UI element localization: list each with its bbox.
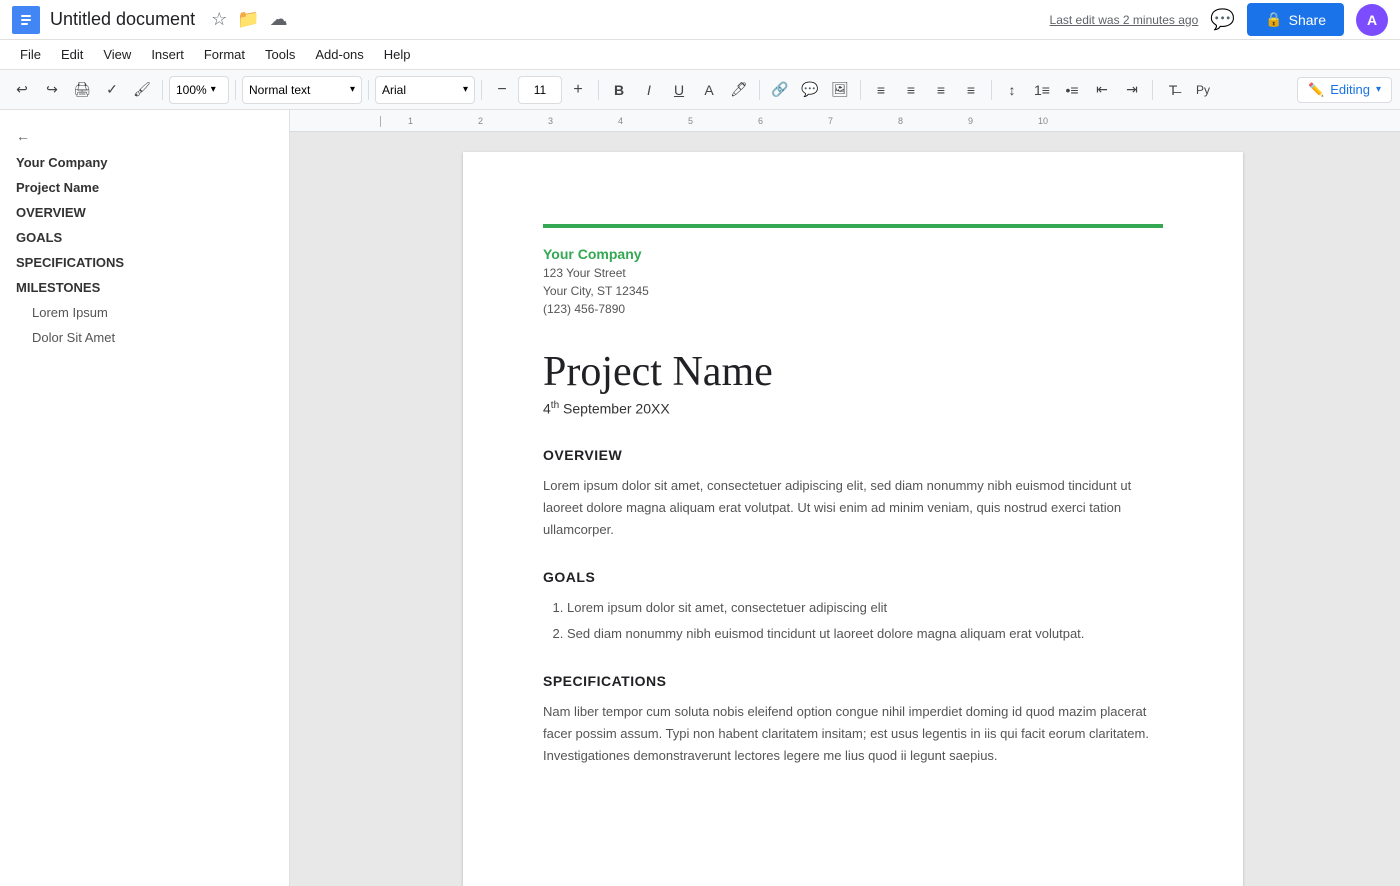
title-bar-icons: ☆ 📁 ☁	[211, 9, 288, 30]
font-size-input[interactable]: 11	[518, 76, 562, 104]
lock-icon: 🔒	[1265, 11, 1282, 28]
avatar[interactable]: A	[1356, 4, 1388, 36]
menu-tools[interactable]: Tools	[257, 44, 303, 65]
section-specifications-body: Nam liber tempor cum soluta nobis eleife…	[543, 701, 1163, 767]
last-edit-label: Last edit was 2 minutes ago	[1050, 13, 1199, 27]
document-title[interactable]: Untitled document	[50, 9, 195, 30]
align-right-button[interactable]: ≡	[927, 76, 955, 104]
company-address-3: (123) 456-7890	[543, 300, 1163, 318]
python-macros-button[interactable]: Py	[1189, 76, 1217, 104]
underline-button[interactable]: U	[665, 76, 693, 104]
list-item: Lorem ipsum dolor sit amet, consectetuer…	[567, 597, 1163, 619]
title-bar: Untitled document ☆ 📁 ☁ Last edit was 2 …	[0, 0, 1400, 40]
align-center-button[interactable]: ≡	[897, 76, 925, 104]
menu-bar: File Edit View Insert Format Tools Add-o…	[0, 40, 1400, 70]
chat-icon[interactable]: 💬	[1210, 7, 1235, 32]
section-overview-heading: OVERVIEW	[543, 447, 1163, 463]
menu-edit[interactable]: Edit	[53, 44, 91, 65]
menu-help[interactable]: Help	[376, 44, 419, 65]
paragraph-style-select[interactable]: Normal text ▾	[242, 76, 362, 104]
section-specifications-heading: SPECIFICATIONS	[543, 673, 1163, 689]
ordered-list-button[interactable]: 1≡	[1028, 76, 1056, 104]
spellcheck-button[interactable]: ✓	[98, 76, 126, 104]
editing-mode-button[interactable]: ✏️ Editing ▾	[1297, 77, 1392, 103]
align-justify-button[interactable]: ≡	[957, 76, 985, 104]
title-bar-right: Last edit was 2 minutes ago 💬 🔒 Share A	[1050, 3, 1388, 36]
chevron-down-icon: ▾	[211, 84, 216, 95]
goals-list: Lorem ipsum dolor sit amet, consectetuer…	[567, 597, 1163, 645]
unordered-list-button[interactable]: •≡	[1058, 76, 1086, 104]
ruler: │ 1 2 3 4 5 6 7 8 9 10	[290, 110, 1400, 132]
insert-comment-button[interactable]: 💬	[796, 76, 824, 104]
separator-3	[368, 80, 369, 100]
page-container: Your Company 123 Your Street Your City, …	[290, 132, 1400, 886]
sidebar-item-milestones[interactable]: MILESTONES	[0, 275, 289, 300]
folder-icon[interactable]: 📁	[237, 9, 259, 30]
align-left-button[interactable]: ≡	[867, 76, 895, 104]
sidebar-item-specifications[interactable]: SPECIFICATIONS	[0, 250, 289, 275]
header-green-line	[543, 224, 1163, 228]
project-date: 4th September 20XX	[543, 400, 1163, 417]
cloud-icon[interactable]: ☁	[270, 9, 288, 30]
bold-button[interactable]: B	[605, 76, 633, 104]
pencil-icon: ✏️	[1308, 82, 1324, 98]
main-layout: ← Your Company Project Name OVERVIEW GOA…	[0, 110, 1400, 886]
company-name: Your Company	[543, 246, 1163, 262]
star-icon[interactable]: ☆	[211, 9, 227, 30]
section-goals-heading: GOALS	[543, 569, 1163, 585]
sidebar-item-company[interactable]: Your Company	[0, 150, 289, 175]
font-color-button[interactable]: A	[695, 76, 723, 104]
indent-decrease-button[interactable]: ⇤	[1088, 76, 1116, 104]
menu-insert[interactable]: Insert	[143, 44, 192, 65]
indent-increase-button[interactable]: ⇥	[1118, 76, 1146, 104]
section-overview-body: Lorem ipsum dolor sit amet, consectetuer…	[543, 475, 1163, 541]
sidebar-item-overview[interactable]: OVERVIEW	[0, 200, 289, 225]
print-button[interactable]: 🖨	[68, 76, 96, 104]
zoom-select[interactable]: 100% ▾	[169, 76, 229, 104]
sidebar-item-goals[interactable]: GOALS	[0, 225, 289, 250]
document-content-area[interactable]: │ 1 2 3 4 5 6 7 8 9 10 Your Company 123 …	[290, 110, 1400, 886]
redo-button[interactable]: ↪	[38, 76, 66, 104]
chevron-down-icon: ▾	[350, 84, 355, 95]
menu-addons[interactable]: Add-ons	[307, 44, 371, 65]
sidebar-back-button[interactable]: ←	[0, 122, 289, 150]
undo-button[interactable]: ↩	[8, 76, 36, 104]
company-address-2: Your City, ST 12345	[543, 282, 1163, 300]
italic-button[interactable]: I	[635, 76, 663, 104]
docs-logo-icon	[12, 6, 40, 34]
sidebar-item-dolor[interactable]: Dolor Sit Amet	[0, 325, 289, 350]
sidebar: ← Your Company Project Name OVERVIEW GOA…	[0, 110, 290, 886]
separator-1	[162, 80, 163, 100]
separator-9	[1152, 80, 1153, 100]
sidebar-item-lorem[interactable]: Lorem Ipsum	[0, 300, 289, 325]
chevron-down-icon: ▾	[463, 84, 468, 95]
menu-format[interactable]: Format	[196, 44, 253, 65]
separator-7	[860, 80, 861, 100]
sidebar-item-project[interactable]: Project Name	[0, 175, 289, 200]
font-select[interactable]: Arial ▾	[375, 76, 475, 104]
company-address-1: 123 Your Street	[543, 264, 1163, 282]
menu-view[interactable]: View	[95, 44, 139, 65]
document-page[interactable]: Your Company 123 Your Street Your City, …	[463, 152, 1243, 886]
font-size-increase-button[interactable]: +	[564, 76, 592, 104]
share-button[interactable]: 🔒 Share	[1247, 3, 1344, 36]
chevron-down-icon: ▾	[1376, 84, 1381, 95]
separator-4	[481, 80, 482, 100]
separator-6	[759, 80, 760, 100]
separator-8	[991, 80, 992, 100]
toolbar: ↩ ↪ 🖨 ✓ 🖌 100% ▾ Normal text ▾ Arial ▾ −…	[0, 70, 1400, 110]
back-arrow-icon: ←	[16, 128, 30, 144]
separator-2	[235, 80, 236, 100]
project-title: Project Name	[543, 348, 1163, 396]
separator-5	[598, 80, 599, 100]
menu-file[interactable]: File	[12, 44, 49, 65]
list-item: Sed diam nonummy nibh euismod tincidunt …	[567, 623, 1163, 645]
line-spacing-button[interactable]: ↕	[998, 76, 1026, 104]
insert-link-button[interactable]: 🔗	[766, 76, 794, 104]
paint-format-button[interactable]: 🖌	[128, 76, 156, 104]
font-size-decrease-button[interactable]: −	[488, 76, 516, 104]
clear-formatting-button[interactable]: T̶	[1159, 76, 1187, 104]
highlight-button[interactable]: 🖊	[725, 76, 753, 104]
insert-image-button[interactable]: 🖼	[826, 76, 854, 104]
